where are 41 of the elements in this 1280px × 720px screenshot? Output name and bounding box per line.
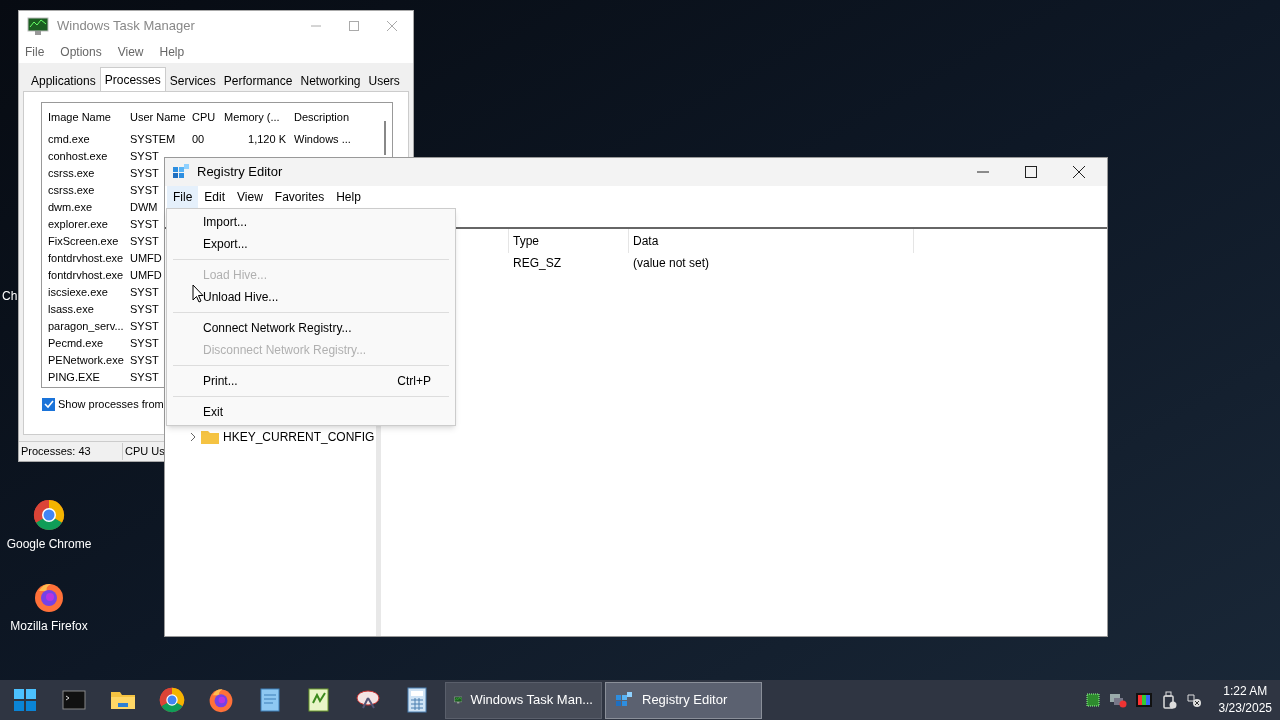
table-cell-text: 1,120 K [248,132,286,148]
table-cell-text: SYSTEM [130,132,176,148]
table-cell-text: SYST [130,149,159,165]
table-cell-text: lsass.exe [48,302,94,318]
table-cell-text: SYST [130,319,159,335]
clock-time: 1:22 AM [1223,683,1268,700]
table-cell-text: fontdrvhost.exe [48,268,124,284]
table-cell-text: UMFD [130,251,162,267]
table-cell-text: SYST [130,336,159,352]
table-cell-text: DWM [130,200,158,216]
table-cell-text: conhost.exe [48,149,108,165]
window-title: Windows Task Manager [57,17,195,36]
table-cell-text: SYST [130,302,159,318]
table-cell-text: csrss.exe [48,183,95,199]
table-cell-text: REG_SZ [512,255,562,272]
table-cell-text: FixScreen.exe [48,234,119,250]
table-cell-text: SYST [130,234,159,250]
table-cell-text: PENetwork.exe [48,353,124,369]
checkbox-label: Show processes from [58,397,164,412]
table-cell-text: 00 [192,132,205,148]
table-cell-text: iscsiexe.exe [48,285,108,301]
table-cell-text: dwm.exe [48,200,93,216]
table-cell-text: (value not set) [632,255,710,272]
table-cell-text: paragon_serv... [48,319,124,335]
table-cell-text: SYST [130,370,159,386]
window-title: Registry Editor [197,163,283,182]
table-cell-text: SYST [130,166,159,182]
table-cell-text: csrss.exe [48,166,95,182]
table-cell-text: Pecmd.exe [48,336,104,352]
clock-date: 3/23/2025 [1218,700,1272,717]
table-cell-text: SYST [130,353,159,369]
table-cell-text: explorer.exe [48,217,108,233]
table-cell-text: PING.EXE [48,370,100,386]
table-cell-text: Windows ... [294,132,351,148]
status-text: Processes: 43 [19,443,123,460]
table-cell-text: cmd.exe [48,132,90,148]
table-cell-text: SYST [130,285,159,301]
table-cell-text: fontdrvhost.exe [48,251,124,267]
table-cell-text: SYST [130,217,159,233]
table-cell-text: UMFD [130,268,162,284]
table-cell-text: SYST [130,183,159,199]
